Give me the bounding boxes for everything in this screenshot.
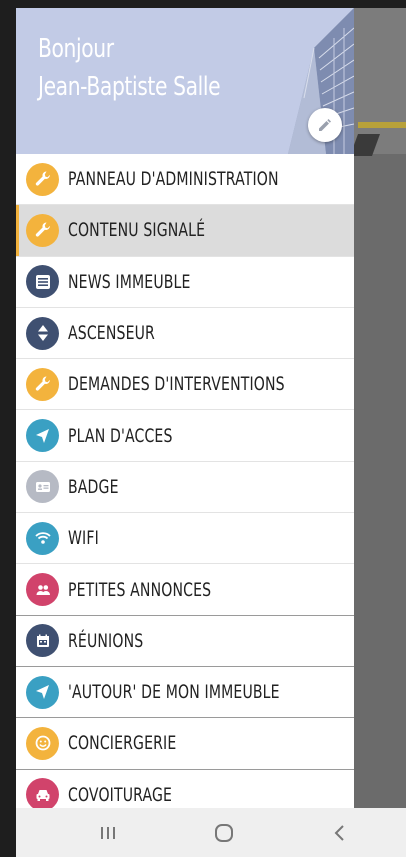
calendar-icon xyxy=(26,624,59,658)
system-navigation-bar xyxy=(16,808,406,857)
menu-item-label: PLAN D'ACCES xyxy=(68,424,173,447)
background-stripe xyxy=(358,122,406,128)
menu-item-label: PANNEAU D'ADMINISTRATION xyxy=(68,168,279,191)
background-app xyxy=(354,8,406,808)
menu-item-news-immeuble[interactable]: NEWS IMMEUBLE xyxy=(16,256,354,308)
wrench-icon xyxy=(26,213,59,247)
menu-item-label: WIFI xyxy=(68,527,99,550)
navigation-arrow-icon xyxy=(26,419,59,453)
menu-item-conciergerie[interactable]: CONCIERGERIE xyxy=(16,718,354,770)
background-header xyxy=(354,8,406,154)
wrench-icon xyxy=(26,367,59,401)
menu-item-ascenseur[interactable]: ASCENSEUR xyxy=(16,307,354,360)
menu-item-panneau-administration[interactable]: PANNEAU D'ADMINISTRATION xyxy=(16,154,354,206)
menu-item-label: ASCENSEUR xyxy=(68,322,155,345)
recent-apps-icon xyxy=(101,827,115,839)
people-icon xyxy=(26,573,59,607)
menu-item-label: BADGE xyxy=(68,475,119,498)
news-icon xyxy=(26,265,59,299)
menu-item-wifi[interactable]: WIFI xyxy=(16,513,354,565)
menu-item-reunions[interactable]: RÉUNIONS xyxy=(16,615,354,667)
menu-item-label: PETITES ANNONCES xyxy=(68,578,212,601)
menu-item-label: RÉUNIONS xyxy=(68,629,144,652)
menu-item-autour-immeuble[interactable]: 'AUTOUR' DE MON IMMEUBLE xyxy=(16,666,354,719)
menu-item-covoiturage[interactable]: COVOITURAGE xyxy=(16,769,354,808)
greeting-line-1: Bonjour xyxy=(38,34,114,64)
back-button[interactable] xyxy=(320,818,360,848)
menu-item-petites-annonces[interactable]: PETITES ANNONCES xyxy=(16,564,354,616)
elevator-icon xyxy=(26,316,59,350)
user-name: Jean-Baptiste Salle xyxy=(38,72,221,102)
greeting: Bonjour Jean-Baptiste Salle xyxy=(38,30,221,106)
badge-card-icon xyxy=(26,470,59,504)
navigation-arrow-icon xyxy=(26,675,59,709)
back-icon xyxy=(334,825,344,841)
wifi-icon xyxy=(26,521,59,555)
home-button[interactable] xyxy=(204,818,244,848)
pencil-icon xyxy=(319,119,331,131)
smiley-icon xyxy=(26,726,59,760)
menu-item-label: CONTENU SIGNALÉ xyxy=(68,219,206,242)
menu-item-label: CONCIERGERIE xyxy=(68,732,177,755)
menu-item-label: NEWS IMMEUBLE xyxy=(68,270,191,293)
wrench-icon xyxy=(26,162,59,196)
menu-item-badge[interactable]: BADGE xyxy=(16,461,354,514)
navigation-drawer: Bonjour Jean-Baptiste Salle PANNEAU D'AD… xyxy=(16,8,354,808)
menu-item-demandes-interventions[interactable]: DEMANDES D'INTERVENTIONS xyxy=(16,359,354,411)
recent-apps-button[interactable] xyxy=(88,818,128,848)
edit-profile-button[interactable] xyxy=(308,108,342,142)
home-icon xyxy=(215,824,233,842)
menu-item-contenu-signale[interactable]: CONTENU SIGNALÉ xyxy=(16,205,354,257)
drawer-menu: PANNEAU D'ADMINISTRATION CONTENU SIGNALÉ… xyxy=(16,154,354,808)
menu-item-label: DEMANDES D'INTERVENTIONS xyxy=(68,373,285,396)
menu-item-plan-acces[interactable]: PLAN D'ACCES xyxy=(16,410,354,462)
drawer-header: Bonjour Jean-Baptiste Salle xyxy=(16,8,354,154)
car-icon xyxy=(26,778,59,808)
menu-item-label: 'AUTOUR' DE MON IMMEUBLE xyxy=(68,681,280,704)
menu-item-label: COVOITURAGE xyxy=(68,783,173,806)
